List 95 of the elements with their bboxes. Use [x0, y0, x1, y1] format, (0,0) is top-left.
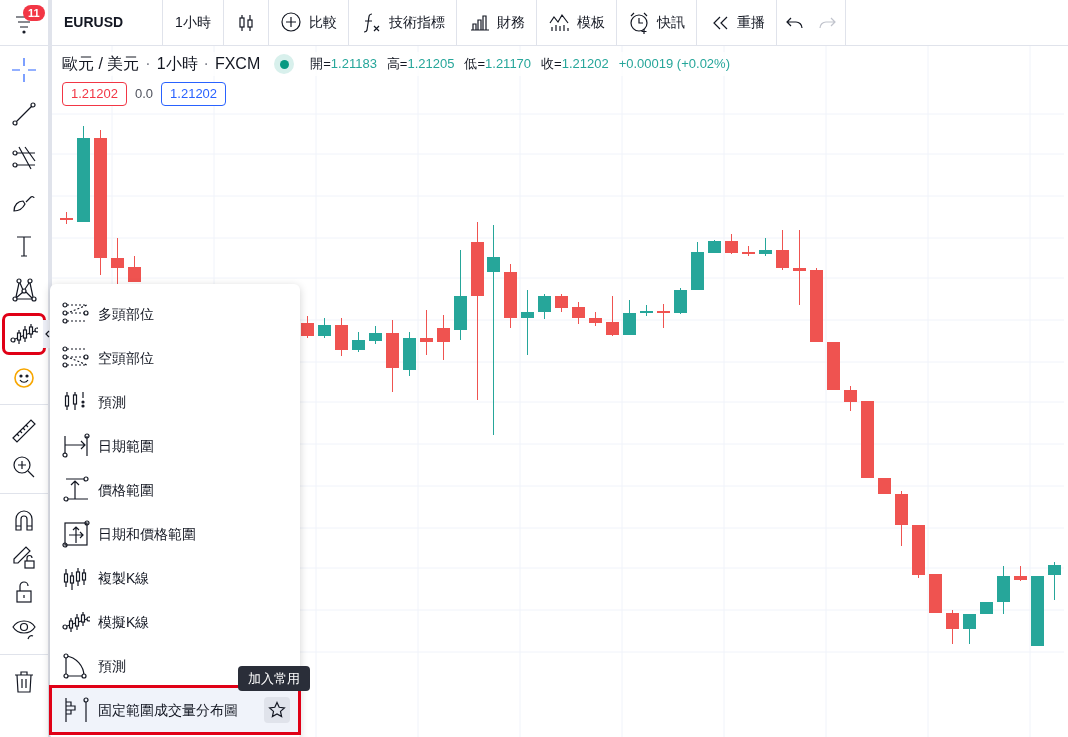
- plus-circle-icon: [279, 10, 303, 35]
- crosshair-icon: [10, 56, 38, 84]
- candle: [776, 229, 789, 271]
- candle: [403, 331, 416, 377]
- candle: [912, 524, 925, 579]
- menu-item-label: 空頭部位: [98, 348, 155, 368]
- candle: [759, 237, 772, 257]
- candle: [827, 341, 840, 391]
- replay-button[interactable]: 重播: [696, 0, 776, 45]
- candle: [640, 304, 653, 317]
- candle: [963, 614, 976, 645]
- notification-badge: 11: [23, 5, 45, 21]
- candle: [128, 255, 141, 283]
- menu-item[interactable]: 固定範圍成交量分布圖: [52, 688, 298, 732]
- indicators-button[interactable]: 技術指標: [348, 0, 456, 45]
- ohlc-label: 開=: [310, 55, 331, 74]
- dot-separator: ·: [145, 54, 151, 74]
- projection-icon: [62, 652, 90, 680]
- menu-item-label: 預測: [98, 656, 127, 676]
- volume-profile-icon: [62, 696, 90, 724]
- candle: [60, 211, 73, 225]
- source-label: FXCM: [214, 54, 261, 74]
- menu-item-label: 日期和價格範圍: [98, 524, 197, 544]
- candle: [352, 331, 365, 353]
- candle: [844, 385, 857, 412]
- candle: [504, 263, 517, 329]
- candle: [997, 565, 1010, 615]
- menu-item-label: 價格範圍: [98, 480, 155, 500]
- candle: [929, 573, 942, 614]
- menu-item-label: 預測: [98, 392, 127, 412]
- candle: [1014, 565, 1027, 582]
- date-range-icon: [62, 432, 90, 460]
- candle: [725, 233, 738, 255]
- candle: [301, 315, 314, 339]
- candle: [572, 301, 585, 325]
- pattern-icon: [10, 276, 38, 304]
- ohlc-value: 1.21183: [330, 55, 377, 74]
- menu-item-label: 日期範圍: [98, 436, 155, 456]
- candle: [980, 601, 993, 615]
- interval-label: 1小時: [156, 54, 198, 74]
- favorite-button[interactable]: [264, 697, 290, 723]
- dot-separator: ·: [203, 54, 209, 74]
- candle: [708, 239, 721, 254]
- alert-button[interactable]: 快訊: [616, 0, 696, 45]
- ohlc-value: 1.21170: [485, 55, 532, 74]
- ohlc-label: 低=: [464, 55, 486, 74]
- star-icon: [268, 701, 286, 719]
- menu-item-label: 多頭部位: [98, 304, 155, 324]
- ohlc-value: 1.21202: [561, 55, 609, 74]
- tool-button[interactable]: [5, 316, 43, 352]
- candle: [895, 490, 908, 547]
- candle: [606, 295, 619, 337]
- candle: [589, 311, 602, 327]
- candle: [691, 241, 704, 291]
- ruler-icon: [10, 417, 38, 445]
- templates-button[interactable]: 模板: [536, 0, 616, 45]
- menu-item-label: 複製K線: [98, 568, 151, 588]
- compare-button[interactable]: 比較: [268, 0, 348, 45]
- symbol-title: 歐元 / 美元: [62, 54, 140, 74]
- interval-button[interactable]: 1小時: [163, 0, 223, 45]
- candle: [878, 477, 891, 495]
- candle: [521, 289, 534, 356]
- alarm-clock-icon: [627, 10, 651, 35]
- candle: [657, 303, 670, 329]
- candle: [555, 293, 568, 313]
- candle: [946, 609, 959, 645]
- candle: [538, 293, 551, 320]
- candle: [742, 245, 755, 257]
- chevron-left-icon: [44, 329, 51, 339]
- candle: [1031, 575, 1044, 647]
- ohlc-label: 收=: [541, 55, 562, 74]
- symbol-button[interactable]: EURUSD: [52, 0, 162, 45]
- price-range-icon: [62, 476, 90, 504]
- ohlc-value: 1.21205: [407, 55, 455, 74]
- fork-lines-icon: [10, 144, 38, 172]
- tooltip: 加入常用: [238, 666, 310, 691]
- candle: [335, 317, 348, 357]
- menu-item-label: 模擬K線: [98, 612, 151, 632]
- candle: [623, 299, 636, 336]
- sell-button[interactable]: 1.21202: [62, 82, 127, 106]
- financials-button[interactable]: 財務: [456, 0, 536, 45]
- trend-line-icon: [10, 100, 38, 128]
- menu-item-label: 固定範圍成交量分布圖: [98, 700, 239, 720]
- candle: [674, 287, 687, 315]
- buy-button[interactable]: 1.21202: [161, 82, 227, 106]
- market-status-icon: [274, 54, 295, 74]
- candle: [318, 317, 331, 339]
- candle: [1048, 561, 1061, 601]
- date-price-range-icon: [62, 520, 90, 548]
- price-change: +0.00019 (+0.02%): [618, 55, 730, 74]
- spread-label: 0.0: [135, 85, 154, 104]
- candle: [369, 325, 382, 345]
- candle: [420, 309, 433, 356]
- ohlc-label: 高=: [386, 55, 408, 74]
- candle: [437, 314, 450, 361]
